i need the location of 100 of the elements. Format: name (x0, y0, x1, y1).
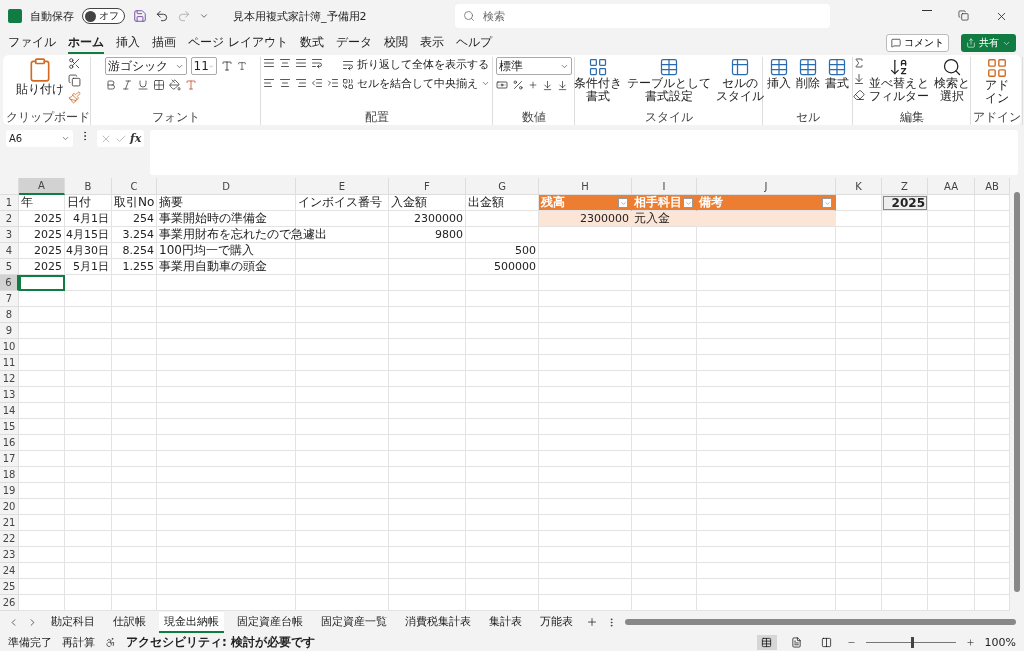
menu-tab[interactable]: データ (335, 32, 372, 54)
view-button[interactable] (756, 634, 777, 650)
column-header[interactable]: D (157, 178, 296, 195)
ribbon-button[interactable]: アド イン (983, 57, 1010, 105)
column-header[interactable]: B (65, 178, 112, 195)
column-header[interactable]: AB (975, 178, 1010, 195)
column-header[interactable]: E (296, 178, 389, 195)
accessibility-status[interactable]: アクセシビリティ: 検討が必要です (126, 633, 315, 651)
autosave-toggle[interactable]: オフ (82, 8, 125, 24)
column-header[interactable]: H (539, 178, 632, 195)
row-header[interactable]: 13 (0, 387, 19, 403)
column-header[interactable]: F (389, 178, 466, 195)
fill-color-button[interactable] (168, 79, 181, 91)
wrap-text-button[interactable]: 折り返して全体を表示する (342, 57, 490, 72)
comment-button[interactable]: コメント (886, 34, 949, 52)
ribbon-button[interactable]: テーブルとして 書式設定 (625, 57, 712, 103)
ribbon-button[interactable]: 条件付き 書式 (572, 57, 623, 103)
row-header[interactable]: 24 (0, 563, 19, 579)
column-header[interactable]: G (466, 178, 539, 195)
row-header[interactable]: 10 (0, 339, 19, 355)
sheet-tab[interactable]: 固定資産一覧 (316, 611, 392, 633)
row-header[interactable]: 17 (0, 451, 19, 467)
grid-cell (632, 467, 697, 483)
name-box[interactable]: A6 (6, 130, 73, 147)
column-header[interactable]: I (632, 178, 697, 195)
sheet-tab[interactable]: 消費税集計表 (400, 611, 476, 633)
row-header[interactable]: 21 (0, 515, 19, 531)
row-header[interactable]: 2 (0, 211, 19, 227)
row-header[interactable]: 5 (0, 259, 19, 275)
border-button[interactable] (152, 79, 165, 91)
row-header[interactable]: 6 (0, 275, 19, 291)
column-header[interactable]: J (697, 178, 836, 195)
row-header[interactable]: 26 (0, 595, 19, 611)
merge-center-button[interactable]: セルを結合して中央揃え (342, 76, 490, 91)
format-painter-button[interactable] (67, 91, 81, 104)
row-header[interactable]: 19 (0, 483, 19, 499)
grid-cell (632, 483, 697, 499)
row-header[interactable]: 16 (0, 435, 19, 451)
search-field[interactable]: 検索 (454, 4, 830, 28)
font-name-field[interactable]: 游ゴシック (104, 57, 187, 75)
ribbon-button[interactable]: 書式 (823, 57, 850, 90)
menu-tab[interactable]: ホーム (68, 32, 104, 54)
number-format-field[interactable]: 標準 (495, 57, 572, 75)
row-header[interactable]: 11 (0, 355, 19, 371)
horizontal-scrollbar[interactable] (625, 617, 1016, 627)
ribbon-button[interactable]: 並べ替えと フィルター (867, 57, 930, 103)
menu-tab[interactable]: 表示 (419, 32, 444, 54)
copy-button[interactable] (67, 74, 81, 87)
share-button[interactable]: 共有 (961, 34, 1016, 52)
document-title[interactable]: 見本用複式家計簿_予備用2 (233, 8, 367, 24)
row-header[interactable]: 15 (0, 419, 19, 435)
row-header[interactable]: 7 (0, 291, 19, 307)
row-header[interactable]: 9 (0, 323, 19, 339)
row-header[interactable]: 14 (0, 403, 19, 419)
sheet-tab[interactable]: 勘定科目 (46, 611, 100, 633)
menu-tab[interactable]: ファイル (8, 32, 56, 54)
row-header[interactable]: 20 (0, 499, 19, 515)
menu-tab[interactable]: ページ レイアウト (188, 32, 288, 54)
row-header[interactable]: 1 (0, 195, 19, 211)
ribbon-button[interactable]: 貼り付け (14, 57, 65, 96)
menu-tab[interactable]: ヘルプ (455, 32, 492, 54)
underline-button[interactable] (136, 79, 149, 91)
row-header[interactable]: 12 (0, 371, 19, 387)
font-color-button[interactable] (184, 79, 197, 91)
ribbon-button[interactable]: 削除 (794, 57, 821, 90)
function-label[interactable]: fx (130, 132, 142, 145)
font-size-field[interactable]: 11 (190, 57, 217, 75)
sheet-tab[interactable]: 万能表 (535, 611, 578, 633)
column-header[interactable]: K (836, 178, 882, 195)
sheet-tab[interactable]: 現金出納帳 (159, 611, 224, 633)
vertical-scrollbar[interactable] (1010, 178, 1024, 611)
cut-button[interactable] (67, 57, 81, 70)
filter-button[interactable] (683, 198, 693, 208)
minimize-icon[interactable] (922, 9, 932, 11)
italic-button[interactable] (120, 79, 133, 91)
ribbon-button[interactable]: 挿入 (765, 57, 792, 90)
row-header[interactable]: 23 (0, 547, 19, 563)
ribbon-button[interactable]: セルの スタイル (714, 57, 765, 103)
menu-tab[interactable]: 数式 (299, 32, 324, 54)
column-header[interactable]: Z (882, 178, 928, 195)
row-header[interactable]: 3 (0, 227, 19, 243)
sheet-tab[interactable]: 仕訳帳 (108, 611, 151, 633)
filter-button[interactable] (618, 198, 628, 208)
row-header[interactable]: 8 (0, 307, 19, 323)
column-header[interactable]: C (112, 178, 157, 195)
row-header[interactable]: 4 (0, 243, 19, 259)
menu-tab[interactable]: 挿入 (116, 32, 140, 54)
column-header[interactable]: AA (928, 178, 975, 195)
sheet-tab[interactable]: 固定資産台帳 (232, 611, 308, 633)
sheet-tab[interactable]: 集計表 (484, 611, 527, 633)
row-header[interactable]: 22 (0, 531, 19, 547)
bold-button[interactable] (104, 79, 117, 91)
grid-cell (836, 227, 882, 243)
ribbon-button[interactable]: 検索と 選択 (932, 57, 971, 103)
menu-tab[interactable]: 描画 (152, 32, 176, 54)
filter-button[interactable] (822, 198, 832, 208)
row-header[interactable]: 18 (0, 467, 19, 483)
menu-tab[interactable]: 校閲 (383, 32, 408, 54)
row-header[interactable]: 25 (0, 579, 19, 595)
column-header[interactable]: A (19, 178, 65, 195)
